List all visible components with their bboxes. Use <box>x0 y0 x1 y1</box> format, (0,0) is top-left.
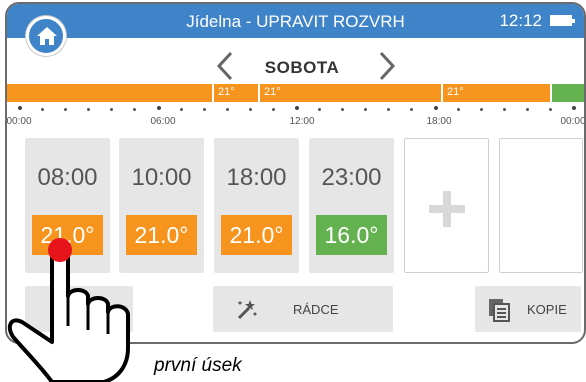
screen-title: Jídelna - UPRAVIT ROZVRH <box>186 12 405 31</box>
timeline-tick <box>525 108 529 111</box>
tick-label: 06:00 <box>150 116 176 127</box>
slot-time: 08:00 <box>37 164 98 191</box>
timeline-tick <box>64 108 68 111</box>
clock: 12:12 <box>499 11 542 30</box>
timeline-segment: 21° <box>258 84 441 102</box>
empty-slot <box>499 138 583 273</box>
timeline-tick <box>502 108 506 111</box>
copy-icon <box>489 299 510 322</box>
timeline-tick <box>387 108 391 111</box>
timeline-ticks: 00:00 06:00 12:00 18:00 00:00 <box>7 104 584 134</box>
timeline-tick <box>133 108 137 111</box>
timeline-segment <box>550 84 584 102</box>
advisor-button[interactable]: RÁDCE <box>213 286 393 332</box>
day-label: SOBOTA <box>264 58 340 77</box>
schedule-slot[interactable]: 18:00 21.0° <box>214 138 299 273</box>
timeline-tick <box>87 108 91 111</box>
timeline-tick <box>156 106 161 110</box>
timeline-tick <box>271 108 275 111</box>
touch-point-indicator <box>48 238 72 262</box>
timeline-tick <box>18 106 22 110</box>
timeline-tick <box>410 108 414 111</box>
timeline-tick <box>456 108 460 111</box>
timeline-tick <box>572 106 576 110</box>
magic-wand-icon <box>237 300 257 320</box>
schedule-slot[interactable]: 23:00 16.0° <box>309 138 394 273</box>
timeline-tick <box>341 108 345 111</box>
timeline-tick <box>41 108 45 111</box>
caption: první úsek <box>154 355 242 376</box>
timeline-tick <box>179 108 183 111</box>
timeline-segment: 21° <box>212 84 258 102</box>
timeline-tick <box>433 106 438 110</box>
chevron-left-icon[interactable] <box>213 50 239 82</box>
tick-label: 18:00 <box>426 116 452 127</box>
timeline-tick <box>479 108 483 111</box>
slot-temperature[interactable]: 21.0° <box>221 215 292 255</box>
timeline-tick <box>318 108 322 111</box>
battery-icon <box>550 15 575 26</box>
plus-icon <box>429 191 465 227</box>
home-icon <box>37 27 57 45</box>
timeline-tick <box>295 106 299 110</box>
timeline-segment <box>7 84 212 102</box>
title-bar: Jídelna - UPRAVIT ROZVRH 12:12 <box>7 4 584 38</box>
timeline-tick <box>225 108 229 111</box>
advisor-label: RÁDCE <box>293 302 339 317</box>
copy-label: KOPIE <box>527 302 567 317</box>
slot-time: 23:00 <box>321 164 382 191</box>
schedule-timeline: 21° 21° 21° <box>7 84 584 102</box>
pointing-hand-icon <box>7 242 130 382</box>
home-button[interactable] <box>26 16 66 56</box>
timeline-segment: 21° <box>441 84 550 102</box>
chevron-right-icon[interactable] <box>373 50 399 82</box>
tick-label: 00:00 <box>560 116 586 127</box>
copy-button[interactable]: KOPIE <box>475 286 581 332</box>
timeline-tick <box>548 108 552 111</box>
tick-label: 00:00 <box>6 116 32 127</box>
timeline-tick <box>364 108 368 111</box>
slot-time: 18:00 <box>226 164 287 191</box>
add-slot-button[interactable] <box>404 138 489 273</box>
slot-time: 10:00 <box>131 164 192 191</box>
timeline-tick <box>110 108 114 111</box>
timeline-tick <box>202 108 206 111</box>
timeline-tick <box>248 108 252 111</box>
day-navigation: SOBOTA <box>7 48 584 84</box>
tick-label: 12:00 <box>289 116 315 127</box>
slot-temperature[interactable]: 16.0° <box>316 215 387 255</box>
